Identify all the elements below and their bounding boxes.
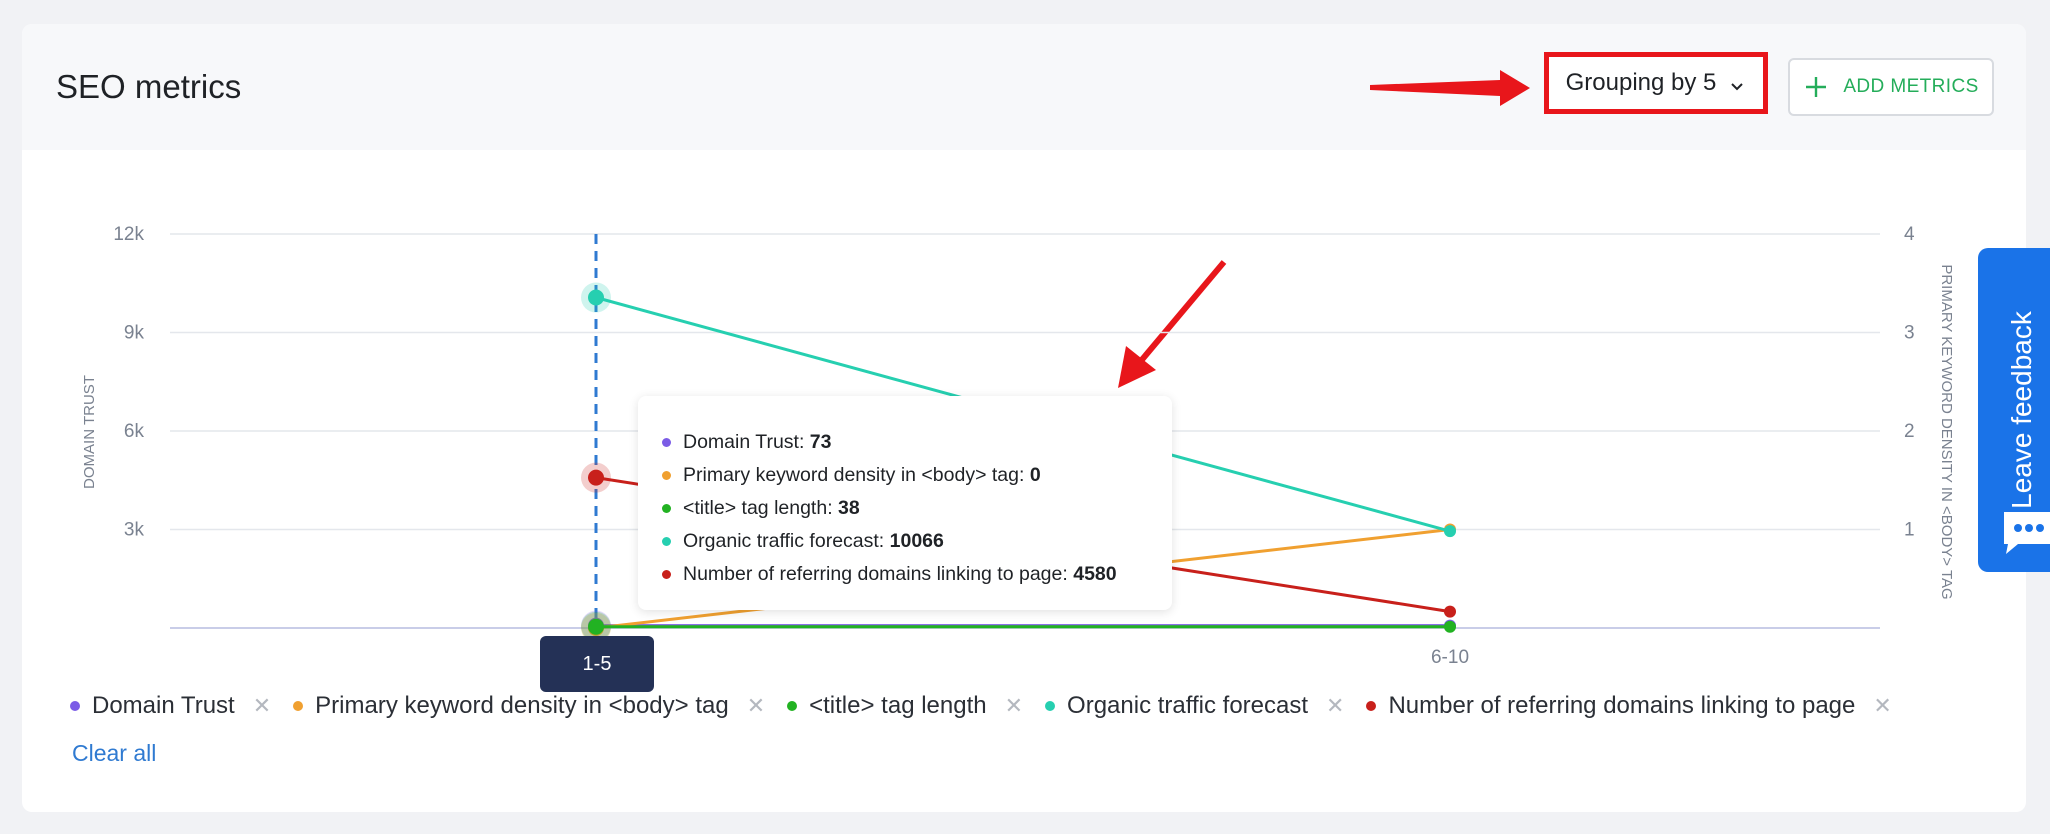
legend-item-domain-trust[interactable]: Domain Trust ✕ [70, 692, 271, 720]
tooltip-label: Number of referring domains linking to p… [683, 563, 1068, 585]
chart-legend: Domain Trust ✕ Primary keyword density i… [70, 688, 1914, 724]
right-tick-label: 3 [1904, 323, 1915, 344]
remove-icon[interactable]: ✕ [747, 693, 765, 719]
tooltip-label: Domain Trust: [683, 431, 805, 453]
legend-label: <title> tag length [809, 692, 987, 719]
remove-icon[interactable]: ✕ [1326, 693, 1344, 719]
data-point [588, 289, 604, 306]
legend-dot [70, 701, 80, 711]
legend-item-title-length[interactable]: <title> tag length ✕ [787, 692, 1023, 720]
tooltip-dot [662, 537, 671, 546]
left-tick-label: 3k [124, 520, 145, 541]
legend-item-organic-traffic[interactable]: Organic traffic forecast ✕ [1045, 692, 1344, 720]
data-point [588, 618, 604, 635]
tooltip-dot [662, 570, 671, 579]
left-tick-label: 9k [124, 323, 145, 344]
legend-dot [1045, 701, 1056, 711]
legend-label: Primary keyword density in <body> tag [315, 692, 729, 719]
tooltip-row: Number of referring domains linking to p… [662, 558, 1172, 591]
chat-bubble-icon[interactable] [1996, 506, 2050, 556]
remove-icon[interactable]: ✕ [253, 693, 271, 719]
legend-label: Domain Trust [92, 692, 235, 719]
chart-tooltip: Domain Trust: 73 Primary keyword density… [638, 396, 1172, 610]
left-tick-label: 12k [113, 224, 144, 245]
tooltip-row: Primary keyword density in <body> tag: 0 [662, 459, 1172, 492]
right-tick-label: 2 [1904, 421, 1915, 442]
tooltip-value: 38 [838, 497, 860, 519]
legend-item-keyword-density[interactable]: Primary keyword density in <body> tag ✕ [293, 692, 765, 720]
remove-icon[interactable]: ✕ [1873, 693, 1891, 719]
leave-feedback-label[interactable]: Leave feedback [2006, 311, 2038, 509]
legend-dot [787, 701, 798, 711]
tooltip-value: 10066 [889, 530, 944, 552]
clear-all-link[interactable]: Clear all [72, 740, 156, 767]
right-axis-label: PRIMARY KEYWORD DENSITY IN <BODY> TAG [1938, 264, 1955, 599]
legend-dot [1366, 701, 1377, 711]
x-tick-label: 6-10 [1431, 647, 1469, 668]
data-point [1444, 525, 1456, 538]
tooltip-dot [662, 471, 671, 480]
tooltip-label: <title> tag length: [683, 497, 833, 519]
data-point [1444, 620, 1456, 633]
tooltip-value: 4580 [1073, 563, 1117, 585]
tooltip-value: 0 [1029, 464, 1041, 486]
data-point [588, 469, 604, 486]
legend-label: Organic traffic forecast [1067, 692, 1309, 719]
left-tick-label: 6k [124, 421, 145, 442]
legend-dot [293, 701, 304, 711]
tooltip-row: Domain Trust: 73 [662, 426, 1172, 459]
tooltip-dot [662, 438, 671, 447]
tooltip-dot [662, 504, 671, 513]
tooltip-label: Organic traffic forecast: [683, 530, 885, 552]
remove-icon[interactable]: ✕ [1005, 693, 1023, 719]
x-hover-badge: 1-5 [540, 636, 654, 692]
tooltip-value: 73 [809, 431, 832, 453]
tooltip-row: Organic traffic forecast: 10066 [662, 525, 1172, 558]
tooltip-row: <title> tag length: 38 [662, 492, 1172, 525]
legend-label: Number of referring domains linking to p… [1388, 692, 1856, 719]
tooltip-label: Primary keyword density in <body> tag: [683, 464, 1025, 486]
data-point [1444, 605, 1456, 618]
right-tick-label: 4 [1904, 224, 1915, 245]
legend-item-referring-domains[interactable]: Number of referring domains linking to p… [1366, 692, 1892, 720]
right-tick-label: 1 [1904, 520, 1915, 541]
left-axis-label: DOMAIN TRUST [81, 375, 98, 489]
